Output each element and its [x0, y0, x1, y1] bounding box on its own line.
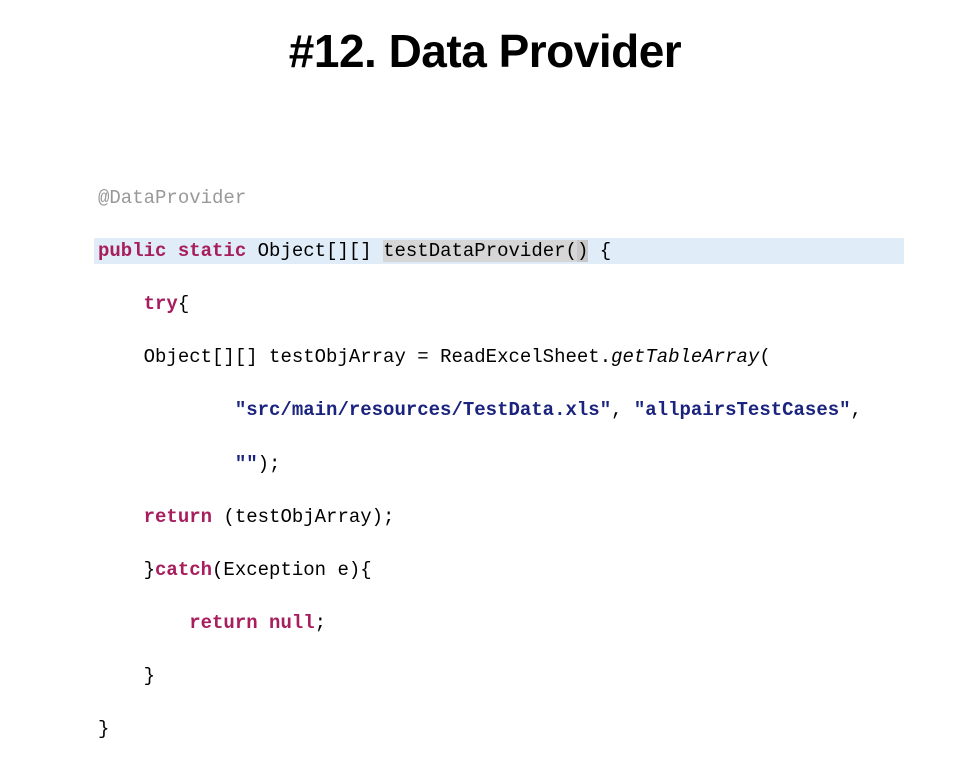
- code-line-10: }: [98, 663, 970, 690]
- obj-type: Object: [144, 346, 212, 368]
- code-line-5: "src/main/resources/TestData.xls", "allp…: [98, 397, 970, 424]
- catch-close-brace: }: [144, 559, 155, 581]
- brace-open: {: [588, 240, 611, 262]
- string-2: "allpairsTestCases": [634, 399, 851, 421]
- obj-brackets: [][]: [212, 346, 258, 368]
- keyword-null: null: [269, 612, 315, 634]
- brackets: [][]: [326, 240, 372, 262]
- comma-1: ,: [611, 399, 634, 421]
- keyword-static: static: [178, 240, 246, 262]
- call-open: (: [759, 346, 770, 368]
- code-line-11: }: [98, 716, 970, 743]
- var-assign: testObjArray = ReadExcelSheet.: [258, 346, 611, 368]
- comma-2: ,: [851, 399, 862, 421]
- code-line-8: }catch(Exception e){: [98, 557, 970, 584]
- code-line-4: Object[][] testObjArray = ReadExcelSheet…: [98, 344, 970, 371]
- method-name: testDataProvider(: [383, 240, 577, 262]
- method-call: getTableArray: [611, 346, 759, 368]
- type-object: Object: [258, 240, 326, 262]
- brace-close-1: }: [144, 665, 155, 687]
- string-3: "": [235, 453, 258, 475]
- keyword-return: return: [144, 506, 212, 528]
- try-brace: {: [178, 293, 189, 315]
- catch-expr: (Exception e){: [212, 559, 372, 581]
- brace-close-2: }: [98, 718, 109, 740]
- return-expr: (testObjArray);: [212, 506, 394, 528]
- keyword-catch: catch: [155, 559, 212, 581]
- method-close-paren: ): [577, 240, 588, 262]
- code-snippet: @DataProvider public static Object[][] t…: [98, 158, 970, 770]
- string-1: "src/main/resources/TestData.xls": [235, 399, 611, 421]
- semicolon: ;: [315, 612, 326, 634]
- keyword-return-2: return: [189, 612, 257, 634]
- keyword-public: public: [98, 240, 166, 262]
- call-close: );: [258, 453, 281, 475]
- code-line-3: try{: [98, 291, 970, 318]
- code-line-2: public static Object[][] testDataProvide…: [94, 238, 904, 265]
- annotation: @DataProvider: [98, 187, 246, 209]
- code-line-1: @DataProvider: [98, 185, 970, 212]
- code-line-7: return (testObjArray);: [98, 504, 970, 531]
- keyword-try: try: [144, 293, 178, 315]
- code-line-9: return null;: [98, 610, 970, 637]
- slide-title: #12. Data Provider: [0, 24, 970, 78]
- code-line-6: "");: [98, 451, 970, 478]
